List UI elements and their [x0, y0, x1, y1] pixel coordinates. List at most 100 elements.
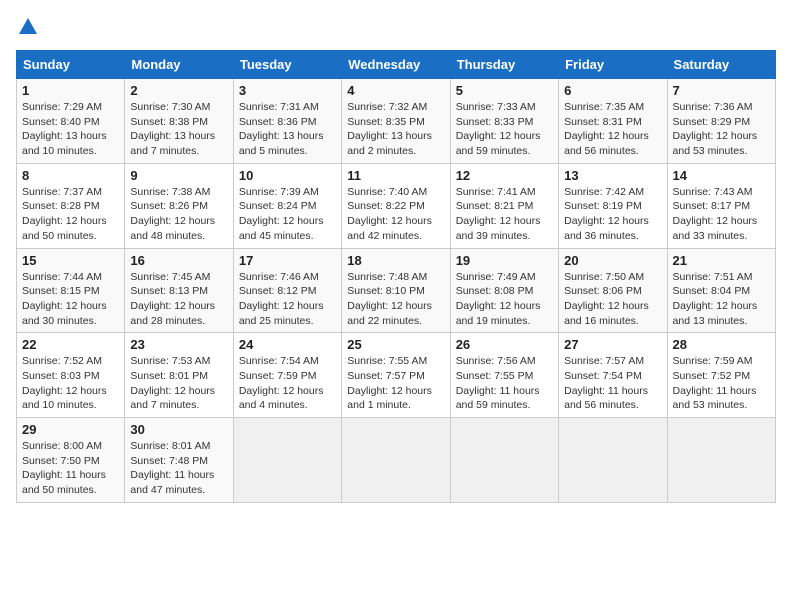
calendar-cell — [450, 418, 558, 503]
calendar-cell: 2 Sunrise: 7:30 AMSunset: 8:38 PMDaylight… — [125, 79, 233, 164]
day-info: Sunrise: 7:59 AMSunset: 7:52 PMDaylight:… — [673, 354, 770, 413]
day-info: Sunrise: 7:35 AMSunset: 8:31 PMDaylight:… — [564, 100, 661, 159]
calendar-cell: 21 Sunrise: 7:51 AMSunset: 8:04 PMDayligh… — [667, 248, 775, 333]
day-info: Sunrise: 7:55 AMSunset: 7:57 PMDaylight:… — [347, 354, 444, 413]
calendar-cell: 7 Sunrise: 7:36 AMSunset: 8:29 PMDaylight… — [667, 79, 775, 164]
day-info: Sunrise: 8:01 AMSunset: 7:48 PMDaylight:… — [130, 439, 227, 498]
calendar-cell — [233, 418, 341, 503]
calendar-cell: 1Sunrise: 7:29 AMSunset: 8:40 PMDaylight… — [17, 79, 125, 164]
calendar-week-5: 29 Sunrise: 8:00 AMSunset: 7:50 PMDayligh… — [17, 418, 776, 503]
logo-icon — [17, 16, 39, 38]
day-header-friday: Friday — [559, 51, 667, 79]
day-info: Sunrise: 7:29 AMSunset: 8:40 PMDaylight:… — [22, 100, 119, 159]
day-number: 12 — [456, 168, 553, 183]
logo — [16, 16, 42, 38]
calendar-cell: 16Sunrise: 7:45 AMSunset: 8:13 PMDayligh… — [125, 248, 233, 333]
day-number: 26 — [456, 337, 553, 352]
calendar-cell: 28 Sunrise: 7:59 AMSunset: 7:52 PMDayligh… — [667, 333, 775, 418]
calendar-week-2: 8 Sunrise: 7:37 AMSunset: 8:28 PMDaylight… — [17, 163, 776, 248]
calendar-cell: 18 Sunrise: 7:48 AMSunset: 8:10 PMDayligh… — [342, 248, 450, 333]
day-info: Sunrise: 7:53 AMSunset: 8:01 PMDaylight:… — [130, 354, 227, 413]
calendar-week-1: 1Sunrise: 7:29 AMSunset: 8:40 PMDaylight… — [17, 79, 776, 164]
calendar-cell: 13Sunrise: 7:42 AMSunset: 8:19 PMDayligh… — [559, 163, 667, 248]
calendar-cell: 3 Sunrise: 7:31 AMSunset: 8:36 PMDaylight… — [233, 79, 341, 164]
calendar-cell: 12Sunrise: 7:41 AMSunset: 8:21 PMDayligh… — [450, 163, 558, 248]
day-number: 18 — [347, 253, 444, 268]
calendar-cell: 15 Sunrise: 7:44 AMSunset: 8:15 PMDayligh… — [17, 248, 125, 333]
day-header-saturday: Saturday — [667, 51, 775, 79]
day-header-monday: Monday — [125, 51, 233, 79]
calendar-cell: 9 Sunrise: 7:38 AMSunset: 8:26 PMDaylight… — [125, 163, 233, 248]
calendar-cell: 22Sunrise: 7:52 AMSunset: 8:03 PMDayligh… — [17, 333, 125, 418]
day-info: Sunrise: 7:30 AMSunset: 8:38 PMDaylight:… — [130, 100, 227, 159]
calendar-cell: 20Sunrise: 7:50 AMSunset: 8:06 PMDayligh… — [559, 248, 667, 333]
logo-text — [16, 16, 40, 38]
day-number: 5 — [456, 83, 553, 98]
calendar-cell: 14 Sunrise: 7:43 AMSunset: 8:17 PMDayligh… — [667, 163, 775, 248]
day-number: 20 — [564, 253, 661, 268]
day-number: 19 — [456, 253, 553, 268]
day-number: 29 — [22, 422, 119, 437]
calendar-cell: 29 Sunrise: 8:00 AMSunset: 7:50 PMDayligh… — [17, 418, 125, 503]
day-info: Sunrise: 7:31 AMSunset: 8:36 PMDaylight:… — [239, 100, 336, 159]
day-number: 30 — [130, 422, 227, 437]
day-number: 3 — [239, 83, 336, 98]
day-number: 7 — [673, 83, 770, 98]
day-info: Sunrise: 7:32 AMSunset: 8:35 PMDaylight:… — [347, 100, 444, 159]
day-info: Sunrise: 7:54 AMSunset: 7:59 PMDaylight:… — [239, 354, 336, 413]
calendar-cell: 19 Sunrise: 7:49 AMSunset: 8:08 PMDayligh… — [450, 248, 558, 333]
calendar-week-4: 22Sunrise: 7:52 AMSunset: 8:03 PMDayligh… — [17, 333, 776, 418]
calendar-cell: 23 Sunrise: 7:53 AMSunset: 8:01 PMDayligh… — [125, 333, 233, 418]
calendar-cell: 10Sunrise: 7:39 AMSunset: 8:24 PMDayligh… — [233, 163, 341, 248]
day-info: Sunrise: 7:44 AMSunset: 8:15 PMDaylight:… — [22, 270, 119, 329]
day-number: 28 — [673, 337, 770, 352]
day-info: Sunrise: 7:39 AMSunset: 8:24 PMDaylight:… — [239, 185, 336, 244]
day-header-tuesday: Tuesday — [233, 51, 341, 79]
calendar-cell: 4Sunrise: 7:32 AMSunset: 8:35 PMDaylight… — [342, 79, 450, 164]
day-info: Sunrise: 7:33 AMSunset: 8:33 PMDaylight:… — [456, 100, 553, 159]
calendar-table: SundayMondayTuesdayWednesdayThursdayFrid… — [16, 50, 776, 503]
calendar-body: 1Sunrise: 7:29 AMSunset: 8:40 PMDaylight… — [17, 79, 776, 503]
day-header-thursday: Thursday — [450, 51, 558, 79]
calendar-cell: 24Sunrise: 7:54 AMSunset: 7:59 PMDayligh… — [233, 333, 341, 418]
calendar-cell: 26 Sunrise: 7:56 AMSunset: 7:55 PMDayligh… — [450, 333, 558, 418]
day-info: Sunrise: 7:56 AMSunset: 7:55 PMDaylight:… — [456, 354, 553, 413]
day-number: 2 — [130, 83, 227, 98]
calendar-cell: 27Sunrise: 7:57 AMSunset: 7:54 PMDayligh… — [559, 333, 667, 418]
day-info: Sunrise: 7:38 AMSunset: 8:26 PMDaylight:… — [130, 185, 227, 244]
day-header-sunday: Sunday — [17, 51, 125, 79]
calendar-cell — [559, 418, 667, 503]
day-number: 27 — [564, 337, 661, 352]
day-number: 21 — [673, 253, 770, 268]
day-info: Sunrise: 7:48 AMSunset: 8:10 PMDaylight:… — [347, 270, 444, 329]
day-number: 6 — [564, 83, 661, 98]
day-number: 15 — [22, 253, 119, 268]
day-number: 11 — [347, 168, 444, 183]
day-number: 14 — [673, 168, 770, 183]
day-number: 22 — [22, 337, 119, 352]
calendar-cell: 6 Sunrise: 7:35 AMSunset: 8:31 PMDaylight… — [559, 79, 667, 164]
day-info: Sunrise: 7:36 AMSunset: 8:29 PMDaylight:… — [673, 100, 770, 159]
day-info: Sunrise: 7:40 AMSunset: 8:22 PMDaylight:… — [347, 185, 444, 244]
calendar-cell: 8 Sunrise: 7:37 AMSunset: 8:28 PMDaylight… — [17, 163, 125, 248]
calendar-cell — [667, 418, 775, 503]
day-info: Sunrise: 7:43 AMSunset: 8:17 PMDaylight:… — [673, 185, 770, 244]
day-info: Sunrise: 7:42 AMSunset: 8:19 PMDaylight:… — [564, 185, 661, 244]
page-header — [16, 16, 776, 38]
day-header-wednesday: Wednesday — [342, 51, 450, 79]
day-info: Sunrise: 7:51 AMSunset: 8:04 PMDaylight:… — [673, 270, 770, 329]
day-number: 9 — [130, 168, 227, 183]
day-number: 25 — [347, 337, 444, 352]
day-number: 23 — [130, 337, 227, 352]
day-info: Sunrise: 7:37 AMSunset: 8:28 PMDaylight:… — [22, 185, 119, 244]
calendar-header-row: SundayMondayTuesdayWednesdayThursdayFrid… — [17, 51, 776, 79]
calendar-cell — [342, 418, 450, 503]
day-info: Sunrise: 7:46 AMSunset: 8:12 PMDaylight:… — [239, 270, 336, 329]
day-info: Sunrise: 7:45 AMSunset: 8:13 PMDaylight:… — [130, 270, 227, 329]
day-number: 8 — [22, 168, 119, 183]
calendar-cell: 5 Sunrise: 7:33 AMSunset: 8:33 PMDaylight… — [450, 79, 558, 164]
day-info: Sunrise: 8:00 AMSunset: 7:50 PMDaylight:… — [22, 439, 119, 498]
day-info: Sunrise: 7:49 AMSunset: 8:08 PMDaylight:… — [456, 270, 553, 329]
calendar-cell: 17Sunrise: 7:46 AMSunset: 8:12 PMDayligh… — [233, 248, 341, 333]
calendar-cell: 11 Sunrise: 7:40 AMSunset: 8:22 PMDayligh… — [342, 163, 450, 248]
